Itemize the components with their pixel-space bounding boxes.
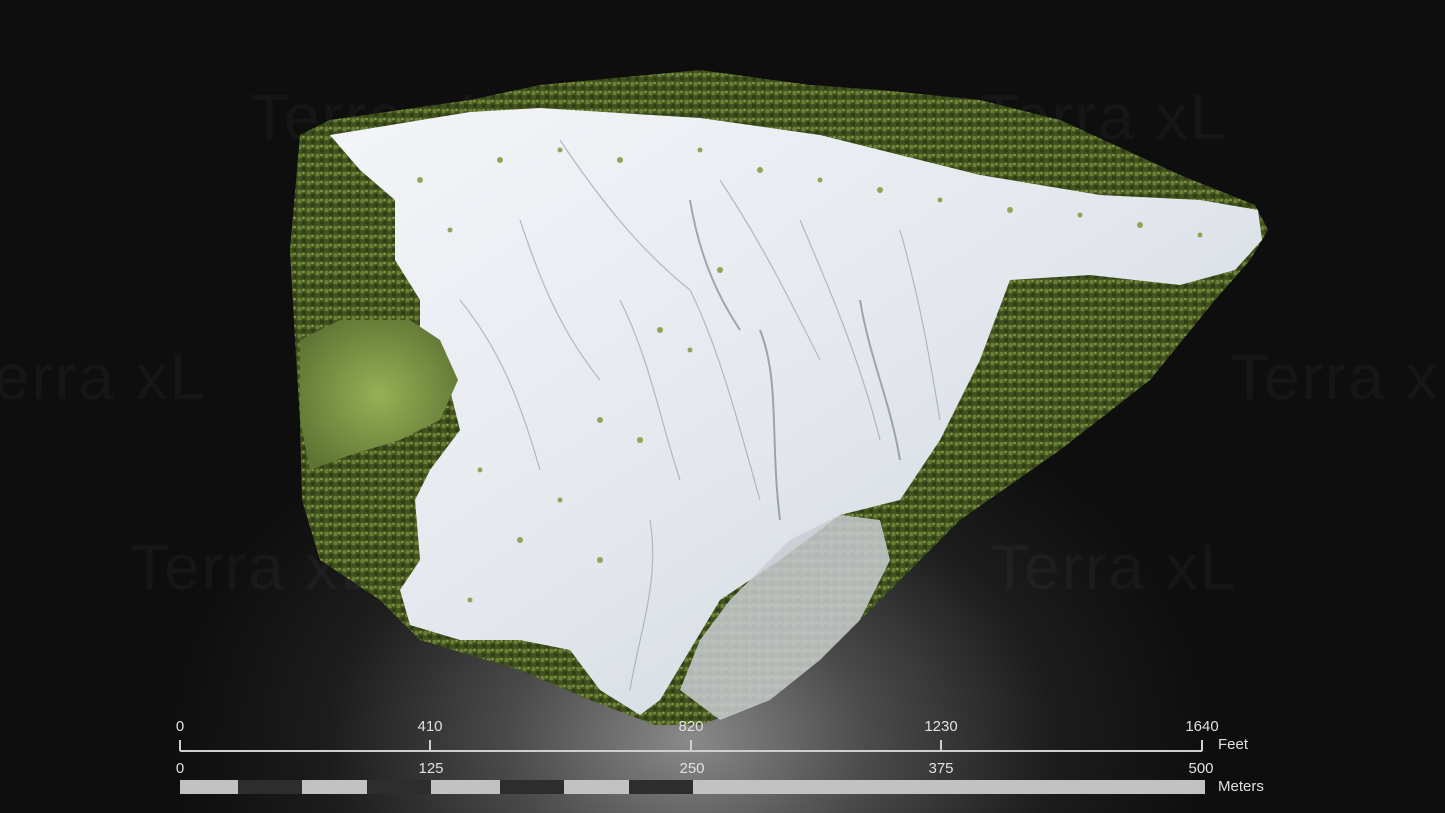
feet-tick-2: 820 bbox=[678, 718, 704, 735]
feet-tick-3: 1230 bbox=[924, 718, 958, 735]
scale-bar-meters bbox=[180, 780, 1205, 794]
feet-unit-label: Feet bbox=[1218, 736, 1249, 753]
terrain-model bbox=[179, 70, 1268, 794]
meters-tick-3: 375 bbox=[928, 760, 954, 777]
feet-tick-0: 0 bbox=[175, 718, 185, 735]
meters-unit-label: Meters bbox=[1218, 778, 1264, 795]
meters-tick-1: 125 bbox=[418, 760, 444, 777]
scale-bar-feet bbox=[179, 740, 1203, 752]
meters-tick-4: 500 bbox=[1188, 760, 1214, 777]
feet-tick-1: 410 bbox=[417, 718, 443, 735]
meters-tick-0: 0 bbox=[175, 760, 185, 777]
meters-tick-2: 250 bbox=[679, 760, 705, 777]
feet-tick-4: 1640 bbox=[1185, 718, 1219, 735]
